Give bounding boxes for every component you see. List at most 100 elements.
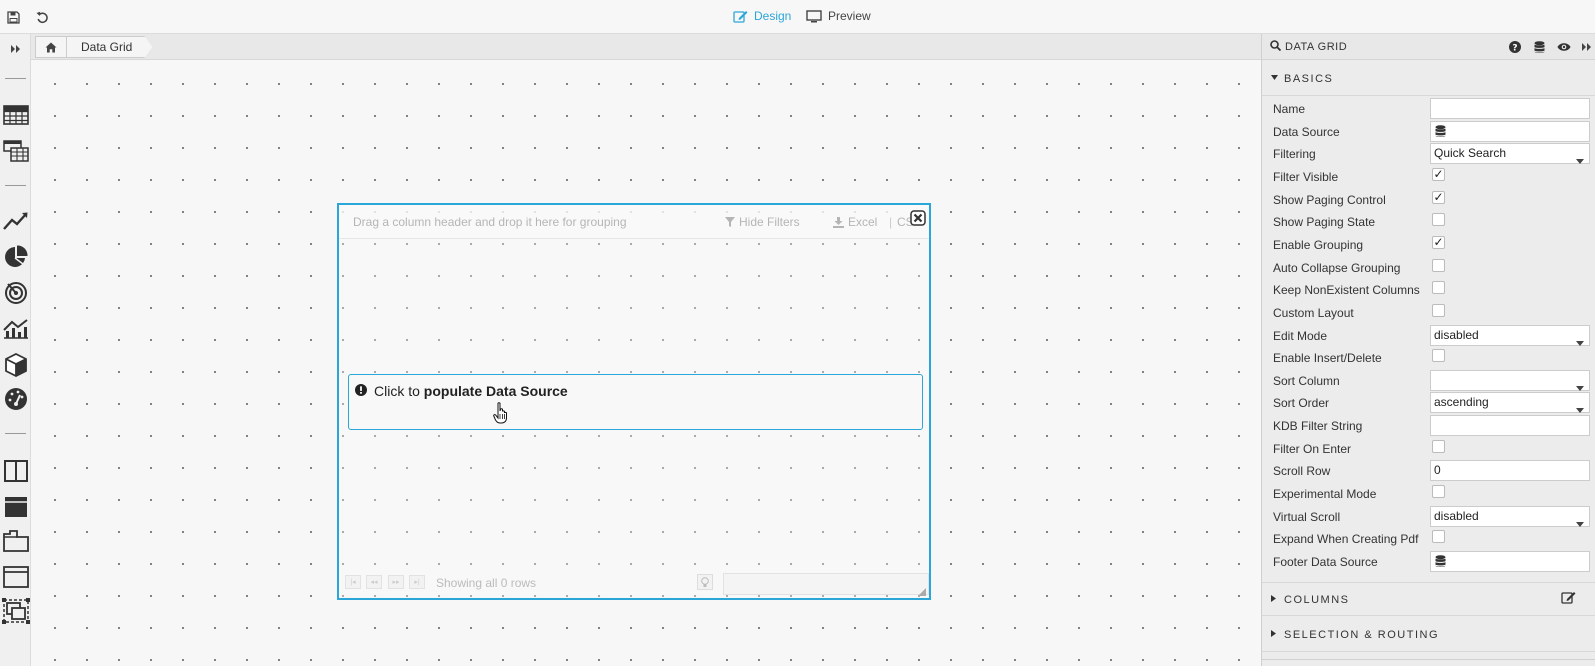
database-icon[interactable] [1531,39,1547,55]
pie-chart-icon[interactable] [0,242,31,272]
collapse-panel-icon[interactable] [1579,39,1595,55]
prop-row-show-paging-control: Show Paging Control ✓ [1262,188,1595,211]
prop-row-enable-insert-delete: Enable Insert/Delete [1262,346,1595,369]
quick-search-input[interactable] [723,573,929,595]
preview-mode-tab[interactable]: Preview [806,9,871,23]
prop-label: Show Paging State [1273,215,1376,230]
close-icon[interactable] [910,210,926,226]
custom-layout-checkbox[interactable] [1432,303,1445,317]
top-toolbar: Design Preview [0,0,1595,34]
populate-message: Click to populate Data Source [374,383,568,399]
filtering-select[interactable]: Quick Search [1430,143,1590,165]
edit-columns-icon[interactable] [1561,591,1576,607]
accordion-layout-icon[interactable] [0,562,31,592]
keep-nonexistent-columns-checkbox[interactable] [1432,281,1445,295]
prop-label: Virtual Scroll [1273,509,1341,524]
eye-icon[interactable] [1556,39,1572,55]
panel-divider [1262,659,1595,660]
overlay-layout-icon[interactable] [0,596,31,626]
prop-label: Data Source [1273,124,1340,139]
next-page-button[interactable]: ▸▸ [388,575,404,589]
data-source-picker[interactable] [1430,120,1590,142]
monitor-icon [806,9,822,22]
edit-mode-select[interactable]: disabled [1430,324,1590,346]
footer-data-source-picker[interactable] [1430,551,1590,572]
prop-row-kdb-filter-string: KDB Filter String [1262,414,1595,437]
edit-mode-value: disabled [1434,327,1479,342]
caret-right-icon [1271,595,1276,602]
virtual-scroll-select[interactable]: disabled [1430,505,1590,527]
section-basics[interactable]: BASICS [1262,62,1595,96]
undo-icon[interactable] [34,9,50,25]
kdb-filter-string-input[interactable] [1430,415,1590,437]
show-paging-state-checkbox[interactable] [1432,213,1445,227]
database-icon [1435,555,1446,567]
data-grid-icon[interactable] [0,100,31,130]
home-icon[interactable] [35,36,67,58]
experimental-mode-checkbox[interactable] [1432,485,1445,499]
toolbar-divider [5,185,26,186]
prop-label: Sort Order [1273,396,1330,411]
caret-down-icon [1271,75,1278,80]
sort-order-select[interactable]: ascending [1430,392,1590,414]
radar-chart-icon[interactable] [0,278,31,308]
filter-on-enter-checkbox[interactable] [1432,439,1445,453]
grid-header: Drag a column header and drop it here fo… [339,205,929,239]
enable-grouping-checkbox[interactable]: ✓ [1432,235,1445,249]
design-label: Design [754,9,792,23]
prop-row-virtual-scroll: Virtual Scroll disabled [1262,505,1595,528]
design-canvas[interactable]: Drag a column header and drop it here fo… [31,60,1261,666]
pivot-grid-icon[interactable] [0,136,31,166]
prop-label: Expand When Creating Pdf [1273,532,1419,547]
help-icon[interactable]: ? [1507,39,1523,55]
name-input[interactable] [1430,98,1590,119]
auto-collapse-grouping-checkbox[interactable] [1432,258,1445,272]
tab-layout-icon[interactable] [0,526,31,556]
breadcrumb-item-data-grid[interactable]: Data Grid [67,36,152,58]
first-page-button[interactable]: |◂ [345,575,361,589]
prop-row-auto-collapse-grouping: Auto Collapse Grouping [1262,256,1595,279]
section-selection-routing[interactable]: SELECTION & ROUTING [1262,618,1595,652]
populate-link-text[interactable]: populate Data Source [424,383,568,399]
header-layout-icon[interactable] [0,492,31,522]
scroll-row-input[interactable]: 0 [1430,460,1590,482]
search-icon[interactable] [1270,40,1282,54]
sort-column-select[interactable] [1430,369,1590,391]
gauge-icon[interactable] [0,384,31,414]
virtual-scroll-value: disabled [1434,508,1479,523]
prop-label: Enable Insert/Delete [1273,351,1382,366]
expand-when-creating-pdf-checkbox[interactable] [1432,530,1445,544]
expand-toolbar-icon[interactable] [0,34,31,64]
prop-row-expand-when-creating-pdf: Expand When Creating Pdf [1262,527,1595,550]
split-layout-icon[interactable] [0,456,31,486]
filter-visible-checkbox[interactable]: ✓ [1432,167,1445,181]
3d-chart-icon[interactable] [0,350,31,380]
excel-export-button[interactable]: Excel [833,215,877,229]
section-columns[interactable]: COLUMNS [1262,582,1595,616]
prop-row-enable-grouping: Enable Grouping ✓ [1262,233,1595,256]
prop-label: Sort Column [1273,373,1340,388]
prop-label: Show Paging Control [1273,192,1386,207]
line-chart-icon[interactable] [0,206,31,236]
last-page-button[interactable]: ▸| [409,575,425,589]
resize-handle-icon[interactable] [918,585,926,596]
lightbulb-icon[interactable] [697,574,713,590]
prop-row-filtering: Filtering Quick Search [1262,142,1595,165]
save-icon[interactable] [5,9,21,25]
prop-row-experimental-mode: Experimental Mode [1262,482,1595,505]
filter-icon [725,217,735,227]
data-grid-widget[interactable]: Drag a column header and drop it here fo… [337,203,931,600]
prop-row-filter-visible: Filter Visible ✓ [1262,165,1595,188]
show-paging-control-checkbox[interactable]: ✓ [1432,190,1445,204]
populate-data-source-prompt[interactable]: Click to populate Data Source [348,374,923,430]
hide-filters-button[interactable]: Hide Filters [725,215,800,229]
combo-chart-icon[interactable] [0,314,31,344]
grid-footer: |◂ ◂◂ ▸▸ ▸| Showing all 0 rows [339,571,929,598]
enable-insert-delete-checkbox[interactable] [1432,349,1445,363]
hand-cursor-icon [493,402,509,427]
prop-label: Filter Visible [1273,169,1339,184]
prev-page-button[interactable]: ◂◂ [366,575,382,589]
panel-header: DATA GRID ? [1262,34,1595,60]
design-mode-tab[interactable]: Design [733,9,791,23]
prop-label: Enable Grouping [1273,237,1364,252]
